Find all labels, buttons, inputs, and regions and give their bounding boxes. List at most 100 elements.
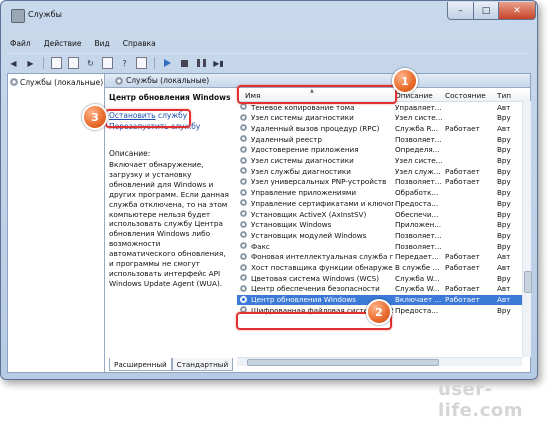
properties-icon[interactable] <box>67 57 80 69</box>
restart-service-icon[interactable]: ▶▮ <box>212 57 225 69</box>
service-description-pane: Центр обновления Windows Остановить служ… <box>105 89 235 357</box>
maximize-button[interactable]: □ <box>473 2 499 20</box>
cell-name: Цветовая система Windows (WCS) <box>251 273 380 283</box>
cell-startup-type: Вру <box>497 188 511 198</box>
service-gear-icon <box>240 124 247 132</box>
export-list-icon[interactable] <box>101 57 114 69</box>
cell-description: Определя... <box>395 145 440 155</box>
table-row[interactable]: Узел системы диагностики Узел систе... Вру <box>237 156 522 167</box>
cell-startup-type: Авт <box>497 123 511 133</box>
cell-name: Узел системы диагностики <box>251 156 354 165</box>
cell-description: Управляет... <box>395 102 442 112</box>
console-tree-icon[interactable] <box>50 57 63 69</box>
cell-name: Узел системы диагностики <box>251 113 354 123</box>
table-row[interactable]: Центр обеспечения безопасности Служба W..… <box>237 284 522 295</box>
scroll-thumb[interactable] <box>247 359 439 366</box>
refresh-icon[interactable]: ↻ <box>84 57 97 69</box>
cell-name: Узел службы диагностики <box>251 166 351 176</box>
menu-view[interactable]: Вид <box>93 39 110 53</box>
tab-standard[interactable]: Стандартный <box>171 358 234 371</box>
minimize-button[interactable]: – <box>447 2 474 20</box>
tab-extended[interactable]: Расширенный <box>109 358 172 371</box>
table-row[interactable]: Узел универсальных PNP-устройств Позволяе… <box>237 177 522 188</box>
cell-description: Позволяет... <box>395 241 442 251</box>
cell-description: Узел систе... <box>395 156 443 165</box>
mmc-icon[interactable] <box>135 57 148 69</box>
table-row[interactable]: Установщик ActiveX (AxInstSV) Обеспечи...… <box>237 209 522 220</box>
start-service-icon[interactable] <box>161 57 174 69</box>
table-row[interactable]: Факс Позволяет... Вру <box>237 241 522 252</box>
menu-file[interactable]: Файл <box>9 39 32 53</box>
gear-icon <box>10 78 18 86</box>
table-row[interactable]: Удаленный реестр Позволяет... Вру <box>237 134 522 145</box>
callout-badge-3: 3 <box>82 104 108 130</box>
toolbar: ◀ ▶ ↻ ? ▶▮ <box>7 53 529 72</box>
table-row[interactable]: Цветовая система Windows (WCS) Служба W..… <box>237 273 522 284</box>
cell-name: Удаленный вызов процедур (RPC) <box>251 123 380 133</box>
cell-startup-type: Авт <box>497 284 511 294</box>
menu-help[interactable]: Справка <box>122 39 157 53</box>
column-header-status[interactable]: Состояние <box>445 91 486 100</box>
pause-service-icon[interactable] <box>195 57 208 69</box>
vertical-scrollbar[interactable] <box>522 101 532 357</box>
callout-badge-1: 1 <box>392 68 418 94</box>
service-title: Центр обновления Windows <box>109 93 231 102</box>
cell-startup-type: Вру <box>497 273 511 283</box>
cell-startup-type: Авт <box>497 252 511 262</box>
cell-status: Работает <box>445 263 480 272</box>
service-gear-icon <box>240 274 247 282</box>
table-row[interactable]: Установщик модулей Windows Позволяет... Вр… <box>237 230 522 241</box>
cell-startup-type: Вру <box>497 198 511 208</box>
services-app-icon <box>11 9 25 23</box>
scroll-thumb[interactable] <box>524 271 532 293</box>
table-row[interactable]: Узел системы диагностики Узел систе... Вру <box>237 113 522 124</box>
service-gear-icon <box>240 199 247 207</box>
cell-name: Установщик ActiveX (AxInstSV) <box>251 209 367 219</box>
cell-description: Служба W... <box>395 273 440 283</box>
cell-name: Удаленный реестр <box>251 134 322 144</box>
horizontal-scrollbar[interactable] <box>237 357 522 366</box>
table-row[interactable]: Хост поставщика функции обнаружения В слу… <box>237 263 522 274</box>
toolbar-separator <box>43 57 44 69</box>
window-title: Службы <box>28 10 62 19</box>
table-row[interactable]: Удаленный вызов процедур (RPC) Служба R..… <box>237 123 522 134</box>
stop-service-icon[interactable] <box>178 57 191 69</box>
cell-startup-type: Вру <box>497 166 511 176</box>
cell-startup-type: Вру <box>497 134 511 144</box>
title-bar[interactable]: Службы – □ ✕ <box>1 1 537 31</box>
service-gear-icon <box>240 295 247 303</box>
callout-highlight-stop-link <box>105 109 191 128</box>
cell-description: Приложен... <box>395 220 442 230</box>
description-label: Описание: <box>109 149 151 158</box>
table-row[interactable]: Узел службы диагностики Узел служ... Работ… <box>237 166 522 177</box>
back-arrow-icon[interactable]: ◀ <box>7 57 20 69</box>
service-gear-icon <box>240 167 247 175</box>
forward-arrow-icon[interactable]: ▶ <box>24 57 37 69</box>
close-button[interactable]: ✕ <box>498 2 536 20</box>
column-header-type[interactable]: Тип <box>497 91 511 100</box>
cell-description: Передает... <box>395 252 439 262</box>
gear-icon <box>115 76 123 85</box>
help-icon[interactable]: ? <box>118 57 131 69</box>
tree-item-label: Службы (локальные) <box>20 77 104 87</box>
table-row[interactable]: Фоновая интеллектуальная служба пе... Пер… <box>237 252 522 263</box>
table-row[interactable]: Управление приложениями Обработк... Вру <box>237 188 522 199</box>
service-gear-icon <box>240 284 247 292</box>
cell-startup-type: Вру <box>497 145 511 155</box>
menu-action[interactable]: Действие <box>43 39 83 53</box>
cell-description: Позволяет... <box>395 134 442 144</box>
cell-description: Предоста... <box>395 305 439 315</box>
cell-name: Факс <box>251 241 270 251</box>
table-row[interactable]: Установщик Windows Приложен... Вру <box>237 220 522 231</box>
cell-name: Фоновая интеллектуальная служба пе... <box>251 252 393 262</box>
cell-description: Позволяет... <box>395 177 442 187</box>
cell-description: Обеспечи... <box>395 209 439 219</box>
tree-item-services-local[interactable]: Службы (локальные) <box>10 76 103 88</box>
cell-startup-type: Вру <box>497 241 511 251</box>
table-row[interactable]: Удостоверение приложения Определя... Вру <box>237 145 522 156</box>
cell-status: Работает <box>445 252 480 262</box>
table-row[interactable]: Управление сертификатами и ключом ... Пре… <box>237 198 522 209</box>
cell-name: Узел универсальных PNP-устройств <box>251 177 387 187</box>
service-gear-icon <box>240 252 247 260</box>
cell-description: Узел служ... <box>395 166 441 176</box>
